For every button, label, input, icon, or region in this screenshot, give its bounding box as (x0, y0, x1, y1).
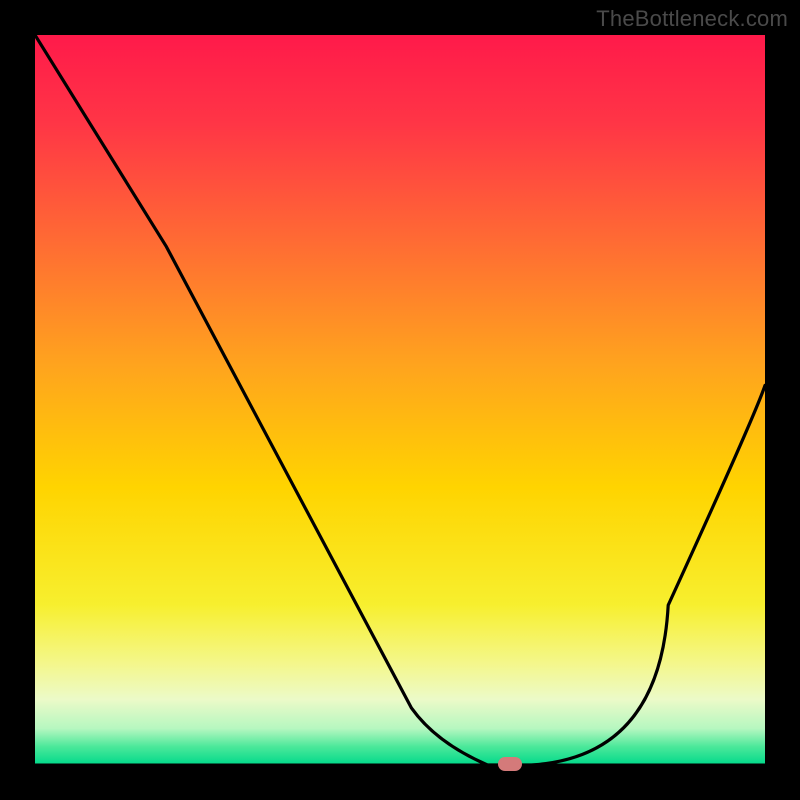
bottleneck-curve (35, 35, 765, 765)
watermark-text: TheBottleneck.com (596, 6, 788, 32)
chart-container: TheBottleneck.com (0, 0, 800, 800)
plot-area (35, 35, 765, 765)
optimal-marker (498, 757, 522, 771)
